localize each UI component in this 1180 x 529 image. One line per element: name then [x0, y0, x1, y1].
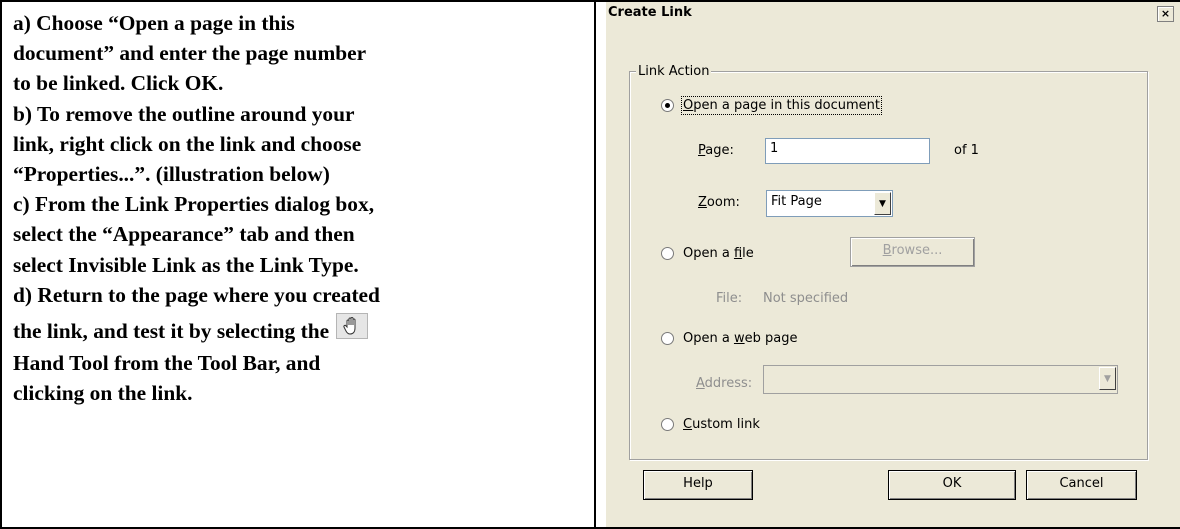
label-part: Open a: [683, 246, 734, 261]
browse-button[interactable]: Browse...: [850, 237, 975, 267]
page-number-input[interactable]: 1: [765, 138, 930, 164]
custom-link-label[interactable]: Custom link: [683, 417, 760, 432]
instruction-line: clicking on the link.: [13, 381, 193, 406]
instructions-text: a) Choose “Open a page in this document”…: [13, 8, 585, 408]
label-part: oom:: [706, 195, 740, 210]
label-part: ddress:: [704, 376, 753, 391]
accelerator-key: B: [882, 243, 892, 258]
instruction-line: document” and enter the page number: [13, 41, 367, 66]
label-part: rowse...: [891, 243, 943, 258]
zoom-select[interactable]: Fit Page ▼: [766, 190, 893, 217]
accelerator-key: C: [683, 417, 693, 432]
accelerator-key: w: [733, 331, 745, 346]
instruction-line: Hand Tool from the Tool Bar, and: [13, 350, 321, 375]
open-page-radio[interactable]: [661, 99, 674, 112]
instruction-line: d) Return to the page where you created: [13, 282, 380, 307]
create-link-dialog: Create Link × Link Action Open a page in…: [606, 2, 1180, 527]
zoom-value: Fit Page: [771, 194, 822, 209]
label-part: eb page: [744, 331, 798, 346]
link-action-label: Link Action: [636, 64, 712, 79]
dialog-title: Create Link: [608, 5, 692, 20]
hand-tool-icon: [336, 312, 369, 339]
open-file-radio[interactable]: [661, 247, 674, 260]
file-label: File:: [716, 291, 743, 306]
page-number-value: 1: [770, 141, 779, 156]
instruction-line: select Invisible Link as the Link Type.: [13, 252, 359, 277]
accelerator-key: O: [683, 98, 694, 113]
file-value: Not specified: [763, 291, 849, 306]
zoom-label: Zoom:: [698, 195, 740, 210]
chevron-down-icon: ▼: [1099, 367, 1116, 390]
dialog-titlebar: Create Link ×: [606, 2, 1180, 24]
page-label: Page:: [698, 143, 734, 158]
open-web-radio[interactable]: [661, 332, 674, 345]
label-part: Open a: [683, 331, 734, 346]
instruction-line: a) Choose “Open a page in this: [13, 11, 295, 35]
address-label: Address:: [696, 376, 752, 391]
open-file-label[interactable]: Open a file: [683, 246, 754, 261]
instruction-line: b) To remove the outline around your: [13, 101, 355, 126]
chevron-down-icon: ▼: [874, 192, 891, 215]
instruction-line: c) From the Link Properties dialog box,: [13, 192, 375, 217]
label-part: age:: [705, 143, 734, 158]
ok-button[interactable]: OK: [888, 470, 1016, 500]
table-divider: [594, 0, 596, 529]
instruction-line: “Properties...”. (illustration below): [13, 161, 330, 186]
help-button[interactable]: Help: [643, 470, 753, 500]
accelerator-key: f: [733, 246, 743, 261]
custom-link-radio[interactable]: [661, 418, 674, 431]
cancel-button[interactable]: Cancel: [1026, 470, 1137, 500]
label-part: ile: [742, 246, 754, 261]
instruction-line: the link, and test it by selecting the: [13, 318, 330, 343]
close-button[interactable]: ×: [1157, 6, 1174, 22]
close-icon: ×: [1160, 7, 1171, 20]
label-part: pen a page in this document: [693, 98, 880, 113]
accelerator-key: Z: [698, 195, 707, 210]
instruction-line: link, right click on the link and choose: [13, 131, 362, 156]
accelerator-key: A: [696, 376, 705, 391]
open-web-label[interactable]: Open a web page: [683, 331, 797, 346]
instruction-line: to be linked. Click OK.: [13, 71, 224, 96]
address-select[interactable]: ▼: [763, 365, 1118, 394]
label-part: ustom link: [692, 417, 760, 432]
instruction-line: select the “Appearance” tab and then: [13, 222, 355, 247]
instruction-line-with-icon: the link, and test it by selecting the: [13, 310, 585, 348]
page-count: of 1: [954, 143, 979, 158]
open-page-label[interactable]: Open a page in this document: [681, 96, 882, 115]
